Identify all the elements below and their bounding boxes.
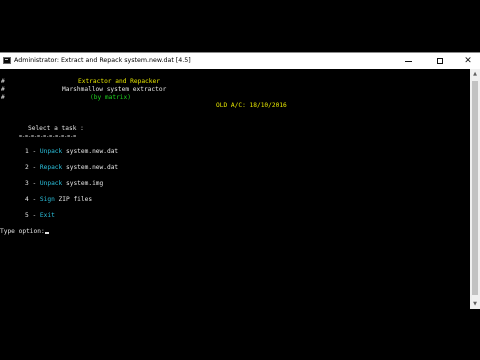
scroll-down-icon[interactable]: ▼ [470, 299, 480, 309]
cmd-icon [3, 57, 11, 64]
header-credit: (by matrix) [90, 94, 131, 101]
header-hash-2: # [1, 86, 5, 93]
window-title: Administrator: Extract and Repack system… [14, 57, 191, 64]
menu-item-unpack-dat: 1 - Unpack system.new.dat [25, 148, 119, 155]
old-ac-date: OLD A/C: 18/10/2016 [216, 102, 287, 109]
menu-item-exit: 5 - Exit [25, 212, 55, 219]
header-subtitle: Marshmallow system extractor [62, 86, 167, 93]
menu-heading: Select a task : [28, 125, 84, 132]
scroll-up-icon[interactable]: ▲ [470, 69, 480, 79]
header-hash-1: # [1, 78, 5, 85]
scrollbar-thumb[interactable] [472, 81, 478, 295]
minimize-icon [404, 60, 412, 62]
menu-item-unpack-img: 3 - Unpack system.img [25, 180, 104, 187]
console-window[interactable]: Administrator: Extract and Repack system… [0, 52, 480, 309]
header-title: Extractor and Repacker [78, 78, 160, 85]
close-button[interactable]: ✕ [456, 53, 480, 69]
console-output[interactable]: # # # Extractor and Repacker Marshmallow… [0, 69, 470, 309]
input-prompt[interactable]: Type option: [0, 228, 49, 236]
menu-item-sign-zip: 4 - Sign ZIP files [25, 196, 93, 203]
title-bar[interactable]: Administrator: Extract and Repack system… [0, 53, 480, 69]
minimize-button[interactable] [396, 53, 420, 69]
maximize-button[interactable] [428, 53, 452, 69]
header-hash-3: # [1, 94, 5, 101]
prompt-label: Type option: [0, 228, 45, 235]
menu-divider: =-=-=-=-=-=-=-=-=-= [19, 134, 77, 140]
vertical-scrollbar[interactable]: ▲ ▼ [470, 69, 480, 309]
maximize-icon [437, 58, 443, 64]
close-icon: ✕ [464, 56, 472, 66]
text-cursor [44, 232, 49, 234]
menu-item-repack-dat: 2 - Repack system.new.dat [25, 164, 119, 171]
